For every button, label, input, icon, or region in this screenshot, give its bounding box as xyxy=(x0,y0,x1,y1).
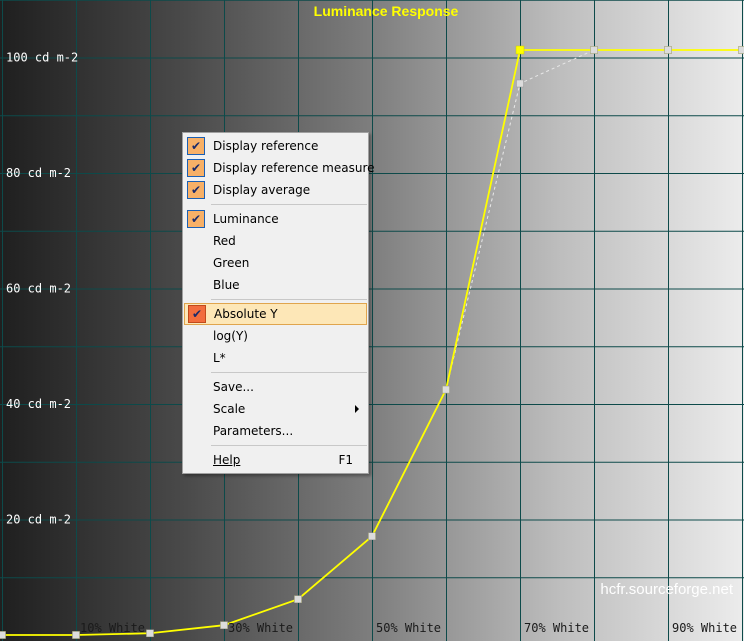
x-tick-label: 10% White xyxy=(80,621,145,635)
menu-item-red[interactable]: Red xyxy=(184,230,367,252)
menu-item-save[interactable]: Save... xyxy=(184,376,367,398)
menu-item-blue[interactable]: Blue xyxy=(184,274,367,296)
menu-item-label: log(Y) xyxy=(213,329,248,343)
x-tick-label: 50% White xyxy=(376,621,441,635)
menu-item-luminance[interactable]: ✔ Luminance xyxy=(184,208,367,230)
check-icon: ✔ xyxy=(188,305,206,323)
menu-item-help[interactable]: Help F1 xyxy=(184,449,367,471)
submenu-arrow-icon xyxy=(355,405,359,413)
data-point xyxy=(368,532,376,540)
menu-item-label: Save... xyxy=(213,380,254,394)
y-tick-label: 60 cd m-2 xyxy=(6,282,71,296)
menu-item-label: Luminance xyxy=(213,212,279,226)
y-tick-label: 100 cd m-2 xyxy=(6,51,78,65)
menu-separator xyxy=(211,372,367,373)
data-point xyxy=(515,45,525,55)
y-tick-label: 80 cd m-2 xyxy=(6,166,71,180)
menu-separator xyxy=(211,445,367,446)
menu-item-display-average[interactable]: ✔ Display average xyxy=(184,179,367,201)
menu-item-log-y[interactable]: log(Y) xyxy=(184,325,367,347)
y-tick-label: 40 cd m-2 xyxy=(6,397,71,411)
data-point xyxy=(442,385,450,394)
x-tick-label: 90% White xyxy=(672,621,737,635)
menu-item-label: Scale xyxy=(213,402,246,416)
watermark: hcfr.sourceforge.net xyxy=(600,581,733,598)
menu-item-label: Help xyxy=(213,453,241,467)
context-menu: ✔ Display reference ✔ Display reference … xyxy=(182,132,375,474)
check-icon: ✔ xyxy=(187,210,205,228)
x-tick-label: 30% White xyxy=(228,621,293,635)
data-point xyxy=(72,631,80,639)
menu-item-label: Display reference measure xyxy=(213,161,375,175)
data-point xyxy=(0,631,6,639)
menu-item-scale[interactable]: Scale xyxy=(184,398,367,420)
menu-item-l-star[interactable]: L* xyxy=(184,347,367,369)
x-tick-label: 70% White xyxy=(524,621,589,635)
data-point xyxy=(664,46,672,54)
data-point xyxy=(516,79,524,88)
menu-item-shortcut: F1 xyxy=(338,453,353,467)
data-point xyxy=(220,621,228,629)
check-icon: ✔ xyxy=(187,181,205,199)
data-point xyxy=(294,595,302,603)
menu-item-label: Absolute Y xyxy=(214,307,278,321)
menu-item-label: Display reference xyxy=(213,139,319,153)
chart-canvas: 20 cd m-2 40 cd m-2 60 cd m-2 80 cd m-2 100 … xyxy=(0,0,744,641)
menu-item-label: Display average xyxy=(213,183,311,197)
menu-item-display-reference-measure[interactable]: ✔ Display reference measure xyxy=(184,157,375,179)
menu-item-absolute-y[interactable]: ✔ Absolute Y xyxy=(184,303,367,325)
data-point xyxy=(146,629,154,638)
luminance-chart[interactable]: 20 cd m-2 40 cd m-2 60 cd m-2 80 cd m-2 100 … xyxy=(0,0,744,641)
chart-title: Luminance Response xyxy=(314,3,459,19)
menu-separator xyxy=(211,204,367,205)
check-icon: ✔ xyxy=(187,137,205,155)
data-point xyxy=(738,46,744,54)
menu-separator xyxy=(211,299,367,300)
check-icon: ✔ xyxy=(187,159,205,177)
menu-item-label: Red xyxy=(213,234,236,248)
menu-item-parameters[interactable]: Parameters... xyxy=(184,420,367,442)
menu-item-label: Blue xyxy=(213,278,240,292)
data-point xyxy=(590,46,598,54)
menu-item-green[interactable]: Green xyxy=(184,252,367,274)
menu-item-label: Parameters... xyxy=(213,424,294,438)
menu-item-label: Green xyxy=(213,256,250,270)
menu-item-display-reference[interactable]: ✔ Display reference xyxy=(184,135,367,157)
menu-item-label: L* xyxy=(213,351,226,365)
y-tick-label: 20 cd m-2 xyxy=(6,513,71,527)
